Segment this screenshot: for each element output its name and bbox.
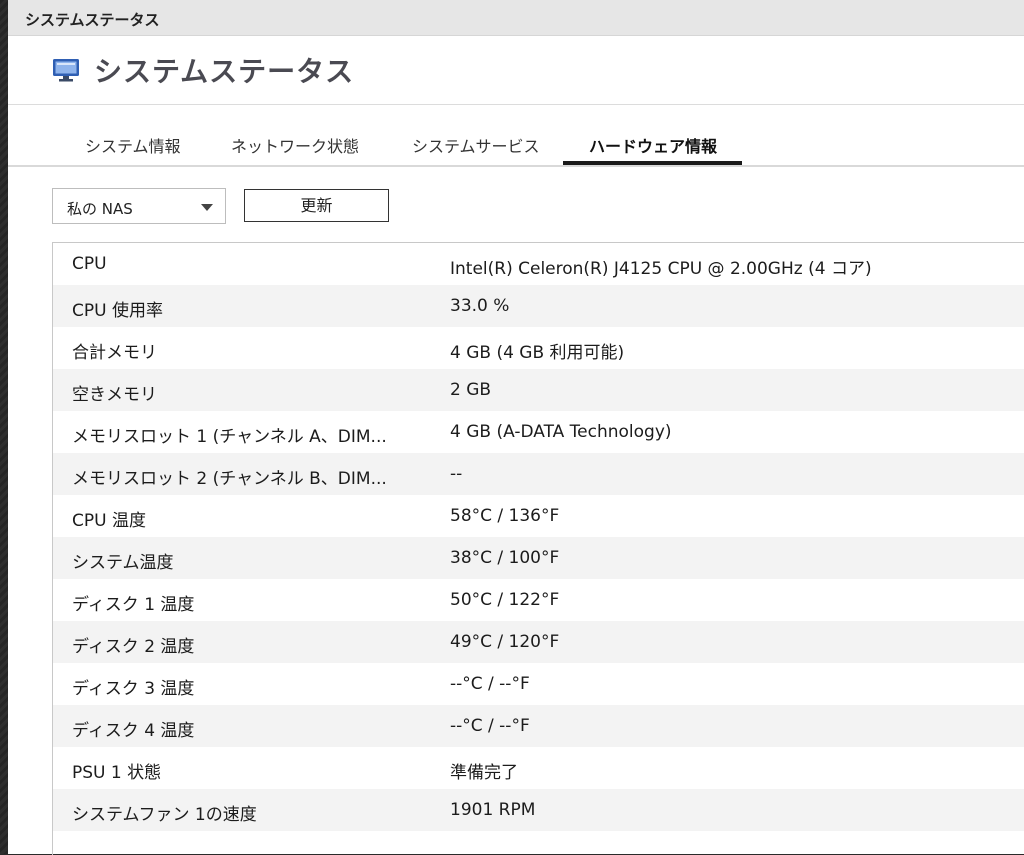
row-label: CPU 温度 bbox=[72, 511, 146, 531]
row-label: 合計メモリ bbox=[72, 343, 157, 363]
row-label: ディスク 2 温度 bbox=[72, 637, 195, 657]
table-row: CPU 温度 58°C / 136°F bbox=[53, 495, 1024, 537]
row-value: --°C / --°F bbox=[450, 674, 530, 694]
row-value: 準備完了 bbox=[450, 763, 518, 783]
row-value: 2 GB bbox=[450, 380, 492, 400]
window-title: システムステータス bbox=[25, 11, 160, 29]
row-value: 38°C / 100°F bbox=[450, 548, 560, 568]
row-value: 50°C / 122°F bbox=[450, 590, 560, 610]
tab-system-info[interactable]: システム情報 bbox=[85, 133, 181, 157]
device-select[interactable]: 私の NAS bbox=[52, 188, 226, 224]
monitor-icon bbox=[53, 59, 79, 82]
system-status-window: システムステータス システムステータス システム情報 ネットワーク状態 システム… bbox=[8, 0, 1024, 855]
row-label: 空きメモリ bbox=[72, 385, 157, 405]
row-value: 1901 RPM bbox=[450, 800, 536, 820]
chevron-down-icon bbox=[201, 204, 213, 211]
table-row: 合計メモリ 4 GB (4 GB 利用可能) bbox=[53, 327, 1024, 369]
table-row: メモリスロット 1 (チャンネル A、DIM... 4 GB (A-DATA Te… bbox=[53, 411, 1024, 453]
toolbar: 私の NAS 更新 bbox=[8, 167, 1024, 245]
table-row: 空きメモリ 2 GB bbox=[53, 369, 1024, 411]
row-value: -- bbox=[450, 464, 463, 484]
refresh-button[interactable]: 更新 bbox=[244, 189, 389, 222]
tab-hardware-info[interactable]: ハードウェア情報 bbox=[589, 133, 717, 157]
tab-system-services[interactable]: システムサービス bbox=[412, 133, 540, 157]
row-value: 58°C / 136°F bbox=[450, 506, 560, 526]
table-row: ディスク 2 温度 49°C / 120°F bbox=[53, 621, 1024, 663]
active-tab-indicator bbox=[563, 161, 742, 165]
tab-network-status[interactable]: ネットワーク状態 bbox=[231, 133, 359, 157]
row-label: メモリスロット 2 (チャンネル B、DIM... bbox=[72, 469, 387, 489]
table-row: PSU 1 状態 準備完了 bbox=[53, 747, 1024, 789]
table-row: ディスク 1 温度 50°C / 122°F bbox=[53, 579, 1024, 621]
row-value: 4 GB (A-DATA Technology) bbox=[450, 422, 672, 442]
row-value: 4 GB (4 GB 利用可能) bbox=[450, 343, 625, 363]
page-title: システムステータス bbox=[94, 55, 355, 88]
row-label: CPU bbox=[72, 254, 107, 274]
table-row: システムファン 1の速度 1901 RPM bbox=[53, 789, 1024, 831]
row-label: ディスク 1 温度 bbox=[72, 595, 195, 615]
row-label: CPU 使用率 bbox=[72, 301, 163, 321]
hardware-info-table: CPU Intel(R) Celeron(R) J4125 CPU @ 2.00G… bbox=[52, 242, 1024, 855]
row-label: PSU 1 状態 bbox=[72, 763, 162, 783]
row-label: システムファン 1の速度 bbox=[72, 805, 257, 825]
row-label: ディスク 4 温度 bbox=[72, 721, 195, 741]
row-value: 49°C / 120°F bbox=[450, 632, 560, 652]
table-row: CPU Intel(R) Celeron(R) J4125 CPU @ 2.00G… bbox=[53, 243, 1024, 285]
table-row: ディスク 3 温度 --°C / --°F bbox=[53, 663, 1024, 705]
row-label: ディスク 3 温度 bbox=[72, 679, 195, 699]
table-row: CPU 使用率 33.0 % bbox=[53, 285, 1024, 327]
window-titlebar[interactable]: システムステータス bbox=[8, 0, 1024, 36]
page-header: システムステータス bbox=[8, 36, 1024, 105]
table-row: ディスク 4 温度 --°C / --°F bbox=[53, 705, 1024, 747]
table-row: システム温度 38°C / 100°F bbox=[53, 537, 1024, 579]
row-value: 33.0 % bbox=[450, 296, 510, 316]
row-value: Intel(R) Celeron(R) J4125 CPU @ 2.00GHz … bbox=[450, 259, 872, 279]
row-label: メモリスロット 1 (チャンネル A、DIM... bbox=[72, 427, 387, 447]
tab-bar: システム情報 ネットワーク状態 システムサービス ハードウェア情報 bbox=[8, 105, 1024, 167]
device-select-value: 私の NAS bbox=[67, 200, 133, 218]
row-value: --°C / --°F bbox=[450, 716, 530, 736]
row-label: システム温度 bbox=[72, 553, 174, 573]
table-row: メモリスロット 2 (チャンネル B、DIM... -- bbox=[53, 453, 1024, 495]
